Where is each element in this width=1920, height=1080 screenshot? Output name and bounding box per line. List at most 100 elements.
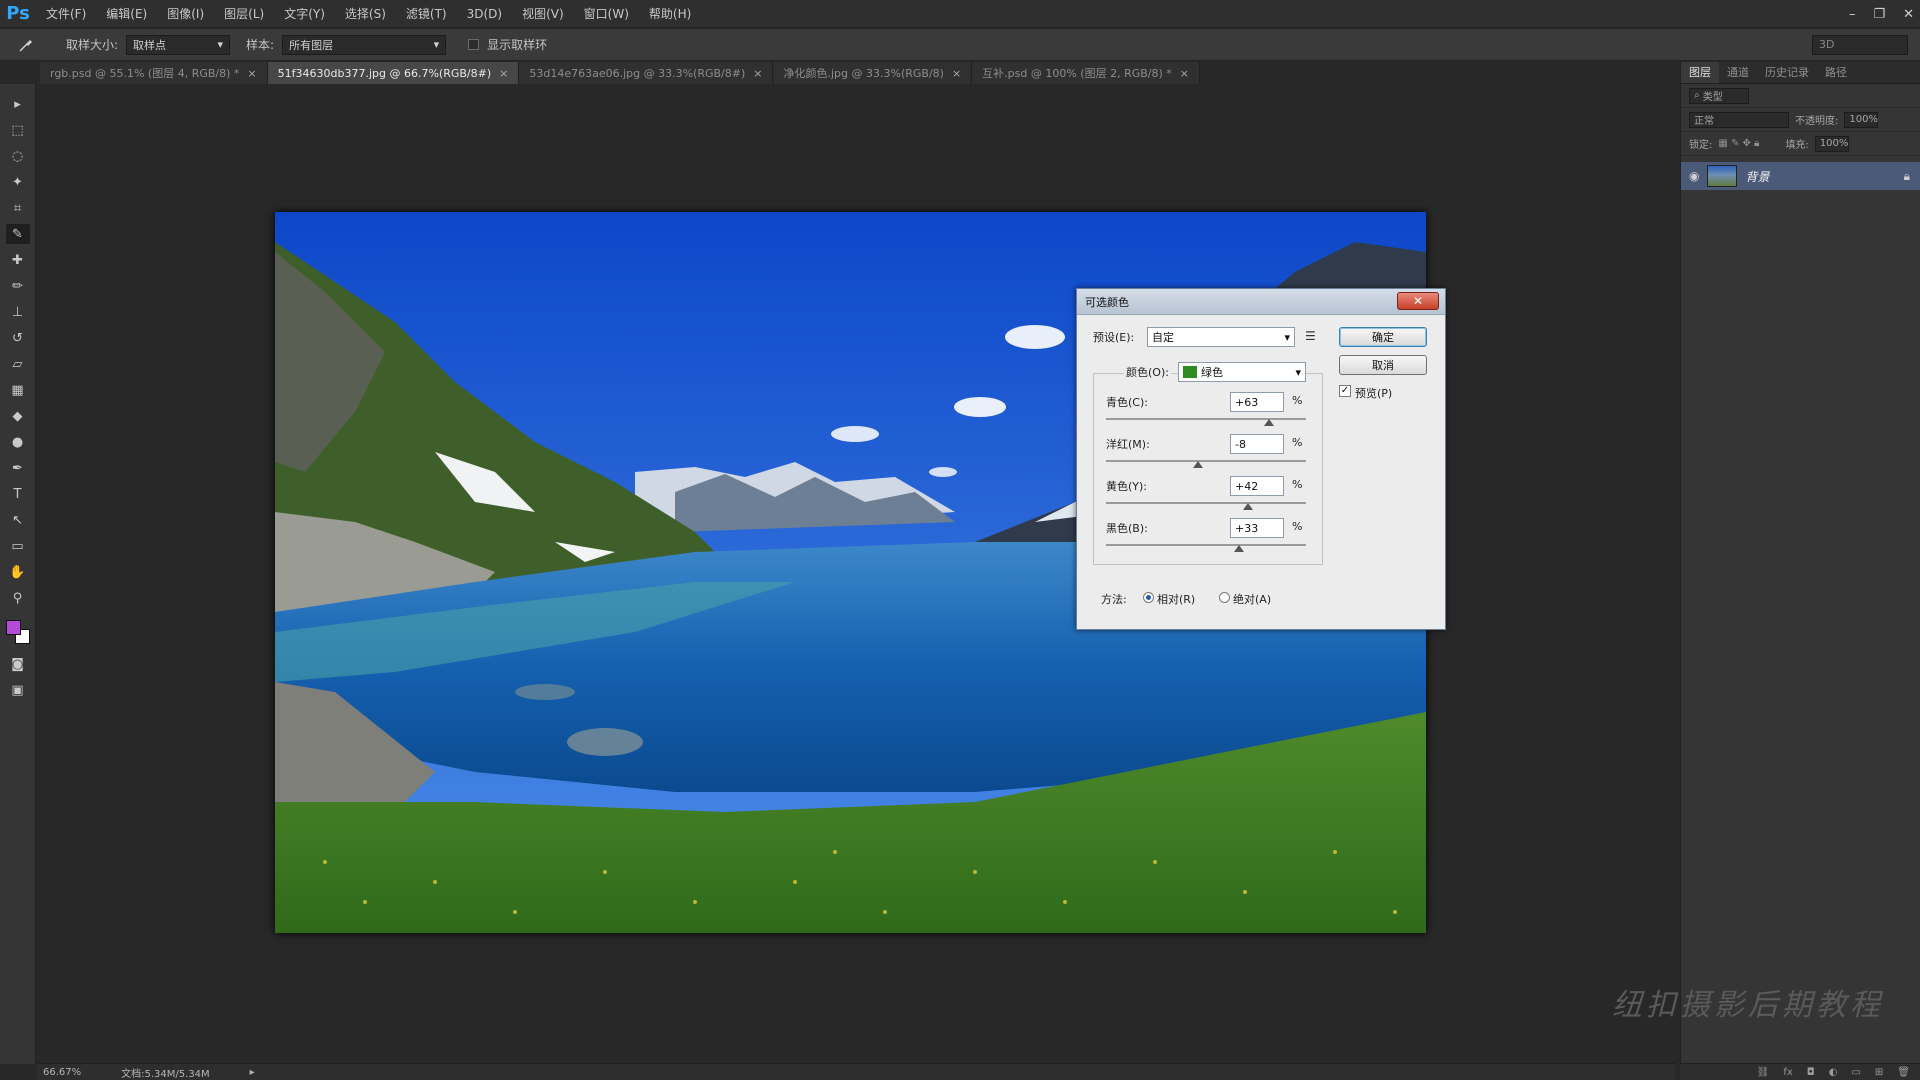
colors-select[interactable]: 绿色 ▾ xyxy=(1178,362,1306,382)
yellow-slider-track[interactable] xyxy=(1106,502,1306,504)
history-brush-tool-icon[interactable]: ↺ xyxy=(6,328,30,348)
preset-options-icon[interactable]: ☰ xyxy=(1305,329,1316,343)
absolute-radio[interactable] xyxy=(1219,592,1230,603)
magenta-input[interactable]: -8 xyxy=(1230,434,1284,454)
eyedropper-tool-icon[interactable]: ✎ xyxy=(5,224,30,244)
blur-tool-icon[interactable]: ◆ xyxy=(6,406,30,426)
cyan-slider-thumb[interactable] xyxy=(1264,419,1274,426)
selective-color-dialog: 可选颜色 ✕ 预设(E): 自定 ▾ ☰ 确定 取消 ✓ 预览(P) 颜色(O)… xyxy=(1076,288,1446,630)
close-tab-icon[interactable]: × xyxy=(1180,67,1189,80)
dodge-tool-icon[interactable]: ● xyxy=(6,432,30,452)
menu-edit[interactable]: 编辑(E) xyxy=(96,0,157,28)
menu-file[interactable]: 文件(F) xyxy=(36,0,96,28)
menu-image[interactable]: 图像(I) xyxy=(157,0,214,28)
crop-tool-icon[interactable]: ⌗ xyxy=(6,198,30,218)
move-tool-icon[interactable]: ▸ xyxy=(6,94,30,114)
chevron-down-icon: ▾ xyxy=(433,38,440,51)
close-tab-icon[interactable]: × xyxy=(753,67,762,80)
eyedropper-icon[interactable] xyxy=(14,35,38,55)
screen-mode-icon[interactable]: ▣ xyxy=(6,680,30,700)
pen-tool-icon[interactable]: ✒ xyxy=(6,458,30,478)
menu-select[interactable]: 选择(S) xyxy=(335,0,396,28)
menu-view[interactable]: 视图(V) xyxy=(512,0,574,28)
minimize-button[interactable]: – xyxy=(1849,7,1856,22)
restore-button[interactable]: ❐ xyxy=(1873,7,1885,22)
type-tool-icon[interactable]: T xyxy=(6,484,30,504)
menu-type[interactable]: 文字(Y) xyxy=(274,0,335,28)
tab-channels[interactable]: 通道 xyxy=(1719,62,1757,83)
tab-history[interactable]: 历史记录 xyxy=(1757,62,1817,83)
document-size[interactable]: 文档:5.34M/5.34M xyxy=(121,1065,210,1080)
black-input[interactable]: +33 xyxy=(1230,518,1284,538)
yellow-input[interactable]: +42 xyxy=(1230,476,1284,496)
blend-row: 正常 不透明度: 100% xyxy=(1681,108,1920,132)
healing-brush-tool-icon[interactable]: ✚ xyxy=(6,250,30,270)
black-slider-track[interactable] xyxy=(1106,544,1306,546)
black-slider-thumb[interactable] xyxy=(1234,545,1244,552)
marquee-tool-icon[interactable]: ⬚ xyxy=(6,120,30,140)
sample-select[interactable]: 所有图层 ▾ xyxy=(282,34,447,55)
sample-size-select[interactable]: 取样点 ▾ xyxy=(126,34,231,55)
opacity-input[interactable]: 100% xyxy=(1844,111,1879,128)
relative-label: 相对(R) xyxy=(1157,593,1196,606)
blend-mode-select[interactable]: 正常 xyxy=(1689,111,1789,128)
color-swatches[interactable] xyxy=(4,618,32,648)
menu-help[interactable]: 帮助(H) xyxy=(639,0,701,28)
document-tab-active[interactable]: 51f34630db377.jpg @ 66.7%(RGB/8#) × xyxy=(267,62,520,84)
shape-tool-icon[interactable]: ▭ xyxy=(6,536,30,556)
lock-icons[interactable]: ▦ ✎ ✥ 🔒︎ xyxy=(1718,138,1759,149)
fill-input[interactable]: 100% xyxy=(1814,135,1849,152)
document-tab[interactable]: 互补.psd @ 100% (图层 2, RGB/8) * × xyxy=(972,62,1201,84)
ok-button[interactable]: 确定 xyxy=(1339,327,1427,347)
document-tab[interactable]: 53d14e763ae06.jpg @ 33.3%(RGB/8#) × xyxy=(519,62,774,84)
path-select-tool-icon[interactable]: ↖ xyxy=(6,510,30,530)
new-layer-icon[interactable]: ⊞ xyxy=(1875,1067,1883,1078)
dialog-title-bar[interactable]: 可选颜色 ✕ xyxy=(1077,289,1445,315)
document-tab[interactable]: 净化颜色.jpg @ 33.3%(RGB/8) × xyxy=(773,62,973,84)
folder-icon[interactable]: ▭ xyxy=(1851,1067,1860,1078)
menu-filter[interactable]: 滤镜(T) xyxy=(396,0,457,28)
magenta-slider-track[interactable] xyxy=(1106,460,1306,462)
status-arrow-icon[interactable]: ▸ xyxy=(250,1067,255,1078)
brush-tool-icon[interactable]: ✏ xyxy=(6,276,30,296)
dialog-close-button[interactable]: ✕ xyxy=(1397,292,1439,310)
tab-layers[interactable]: 图层 xyxy=(1681,62,1719,83)
relative-radio[interactable] xyxy=(1143,592,1154,603)
mask-icon[interactable]: ◘ xyxy=(1807,1067,1815,1078)
foreground-color-swatch[interactable] xyxy=(5,620,21,635)
menu-layer[interactable]: 图层(L) xyxy=(214,0,274,28)
cancel-button[interactable]: 取消 xyxy=(1339,355,1427,375)
eye-icon[interactable]: ◉ xyxy=(1689,169,1699,183)
document-tab[interactable]: rgb.psd @ 55.1% (图层 4, RGB/8) * × xyxy=(40,62,268,84)
clone-stamp-tool-icon[interactable]: ⊥ xyxy=(6,302,30,322)
adjustment-icon[interactable]: ◐ xyxy=(1829,1067,1838,1078)
eraser-tool-icon[interactable]: ▱ xyxy=(6,354,30,374)
quick-select-tool-icon[interactable]: ✦ xyxy=(6,172,30,192)
layer-kind-filter[interactable]: ⌕ 类型 xyxy=(1689,87,1749,104)
tab-paths[interactable]: 路径 xyxy=(1817,62,1855,83)
close-window-button[interactable]: ✕ xyxy=(1903,7,1914,22)
cyan-slider-track[interactable] xyxy=(1106,418,1306,420)
show-ring-checkbox[interactable] xyxy=(468,39,480,50)
menu-window[interactable]: 窗口(W) xyxy=(574,0,639,28)
menu-3d[interactable]: 3D(D) xyxy=(457,0,512,28)
zoom-level[interactable]: 66.67% xyxy=(43,1067,81,1078)
layer-item-background[interactable]: ◉ 背景 🔒︎ xyxy=(1681,162,1920,190)
quick-mask-icon[interactable]: ◙ xyxy=(6,654,30,674)
gradient-tool-icon[interactable]: ▦ xyxy=(6,380,30,400)
preset-select[interactable]: 自定 ▾ xyxy=(1147,327,1295,347)
lasso-tool-icon[interactable]: ◌ xyxy=(6,146,30,166)
close-tab-icon[interactable]: × xyxy=(247,67,256,80)
hand-tool-icon[interactable]: ✋ xyxy=(6,562,30,582)
zoom-tool-icon[interactable]: ⚲ xyxy=(6,588,30,608)
cyan-input[interactable]: +63 xyxy=(1230,392,1284,412)
close-tab-icon[interactable]: × xyxy=(952,67,961,80)
fx-icon[interactable]: fx xyxy=(1783,1067,1792,1078)
3d-workspace-select[interactable]: 3D xyxy=(1812,35,1908,55)
yellow-slider-thumb[interactable] xyxy=(1243,503,1253,510)
trash-icon[interactable]: 🗑︎ xyxy=(1897,1067,1910,1078)
magenta-slider-thumb[interactable] xyxy=(1193,461,1203,468)
close-tab-icon[interactable]: × xyxy=(499,67,508,80)
preview-checkbox[interactable]: ✓ xyxy=(1339,385,1351,397)
link-layers-icon[interactable]: ⛓ xyxy=(1757,1067,1770,1078)
